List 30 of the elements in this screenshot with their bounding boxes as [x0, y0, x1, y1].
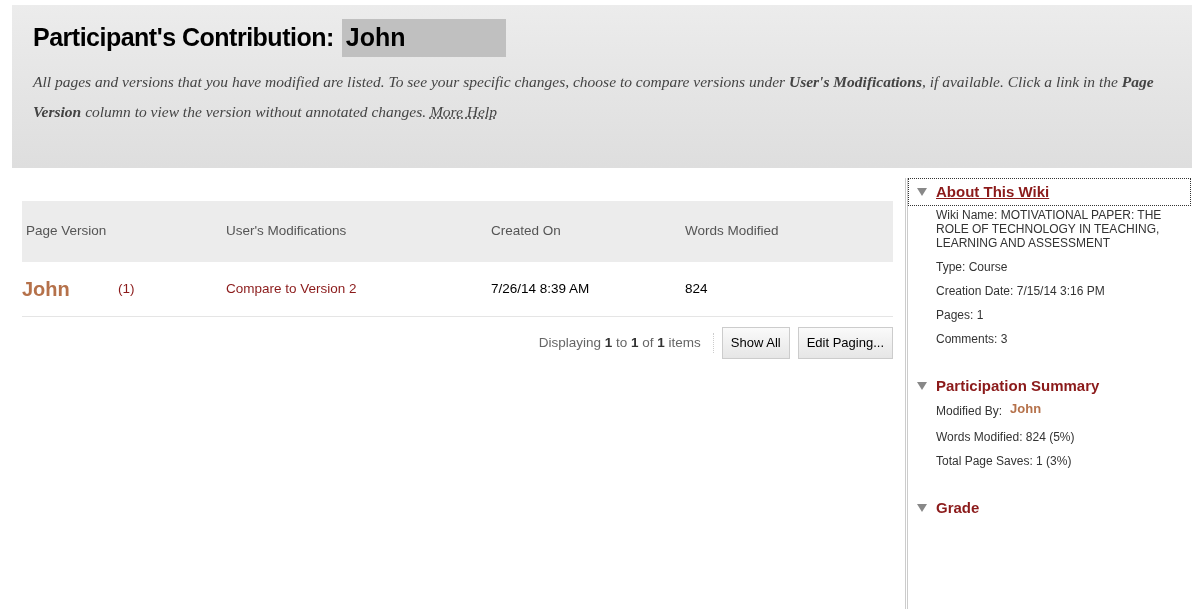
page-version-link[interactable]: John: [22, 274, 118, 304]
column-header[interactable]: Words Modified: [681, 221, 893, 242]
info-text: Creation Date: 7/15/14 3:16 PM: [936, 284, 1106, 298]
column-header[interactable]: Page Version: [22, 221, 222, 242]
info-text: Wiki Name: MOTIVATIONAL PAPER: THE ROLE OF TECHNOLOGY IN TEACHING, LEARNING AND ASSESSMENT: [936, 208, 1163, 250]
version-count: (1): [118, 279, 135, 298]
info-text: Pages: 1: [936, 308, 985, 322]
section-heading[interactable]: Participation Summary: [936, 374, 1100, 398]
info-text: Words Modified: 824 (5%): [936, 430, 1076, 444]
user-link[interactable]: John: [1010, 399, 1042, 419]
info-label: Modified By:: [936, 403, 1003, 420]
triangle-icon[interactable]: [917, 504, 927, 512]
info-text: Comments: 3: [936, 332, 1009, 346]
pagination-text: Displaying 1 to 1 of 1 items: [538, 332, 714, 353]
participant-name: John: [341, 19, 506, 57]
column-header[interactable]: User's Modifications: [222, 221, 487, 242]
info-text: Total Page Saves: 1 (3%): [936, 454, 1073, 468]
compare-link[interactable]: Compare to Version 2: [222, 278, 487, 300]
info-text: Type: Course: [936, 260, 1009, 274]
page-title: Participant's Contribution:: [33, 22, 334, 53]
paging-button[interactable]: Edit Paging...: [797, 327, 893, 359]
more-help-link[interactable]: More Help: [429, 102, 497, 120]
paging-button[interactable]: Show All: [721, 327, 790, 359]
triangle-icon[interactable]: [917, 188, 927, 196]
words-modified-cell-text: 824: [684, 279, 709, 298]
created-on-cell-text: 7/26/14 8:39 AM: [490, 279, 591, 298]
column-header[interactable]: Created On: [487, 221, 681, 242]
triangle-icon[interactable]: [917, 382, 927, 390]
section-heading[interactable]: Grade: [936, 496, 980, 520]
description-text: All pages and versions that you have modified are listed. To see your specific changes, choose to compare versions under User's Modifications, if available. Click a link in the Page Version column to view the version without annotated changes. More Help: [33, 71, 1155, 122]
